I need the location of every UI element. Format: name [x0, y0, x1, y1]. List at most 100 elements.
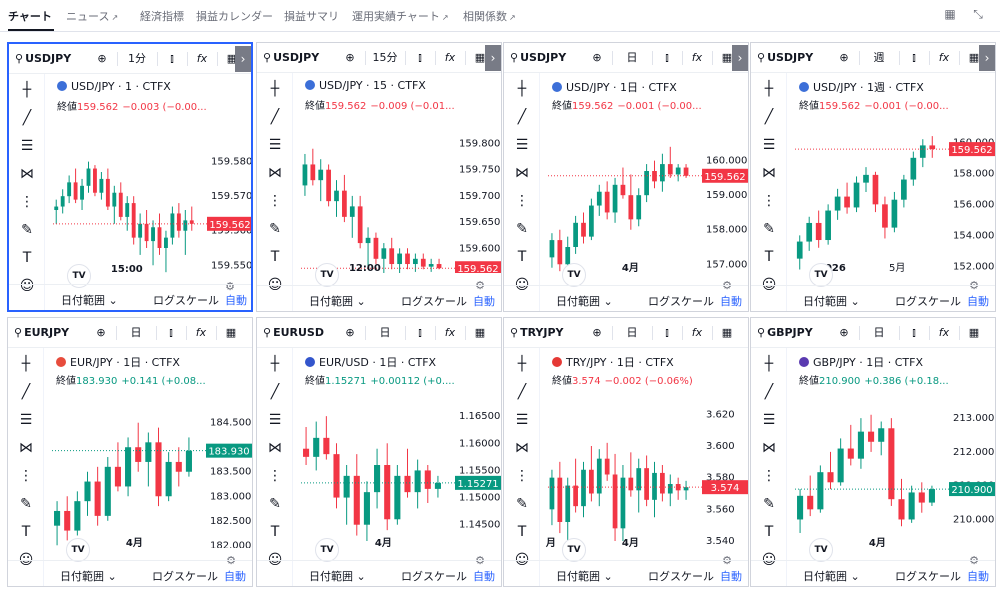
symbol-search-button[interactable]: ⚲ USDJPY	[510, 51, 566, 64]
pattern-icon[interactable]: ⋈	[16, 438, 36, 458]
brush-icon[interactable]: ✎	[512, 494, 532, 514]
log-scale-button[interactable]: ログスケール	[401, 568, 467, 584]
log-scale-button[interactable]: ログスケール	[648, 293, 714, 309]
brush-icon[interactable]: ✎	[265, 494, 285, 514]
trend-line-icon[interactable]: ╱	[759, 107, 779, 127]
tab-1[interactable]: ニュース ↗	[66, 8, 118, 24]
fib-icon[interactable]: ⋮	[265, 466, 285, 486]
date-range-button[interactable]: 日付範囲 ⌄	[60, 568, 117, 584]
layout-grid-icon[interactable]: ▦	[942, 6, 958, 22]
text-tool-icon[interactable]: T	[512, 247, 532, 267]
candle-style-icon[interactable]: ⫾	[162, 324, 180, 342]
text-tool-icon[interactable]: T	[17, 248, 37, 268]
fib-icon[interactable]: ⋮	[759, 191, 779, 211]
text-tool-icon[interactable]: T	[265, 522, 285, 542]
crosshair-icon[interactable]: ┼	[17, 80, 37, 100]
text-tool-icon[interactable]: T	[759, 522, 779, 542]
crosshair-icon[interactable]: ┼	[759, 79, 779, 99]
pattern-icon[interactable]: ⋈	[17, 164, 37, 184]
tradingview-logo[interactable]: TV	[315, 263, 339, 287]
compare-add-icon[interactable]: ⊕	[341, 49, 359, 67]
tab-6[interactable]: 相関係数 ↗	[463, 8, 516, 24]
fib-icon[interactable]: ⋮	[512, 191, 532, 211]
trend-line-icon[interactable]: ╱	[512, 382, 532, 402]
date-range-button[interactable]: 日付範囲 ⌄	[556, 568, 613, 584]
compare-add-icon[interactable]: ⊕	[588, 49, 606, 67]
tab-5[interactable]: 運用実績チャート ↗	[352, 8, 449, 24]
pattern-icon[interactable]: ⋈	[265, 438, 285, 458]
crosshair-icon[interactable]: ┼	[16, 354, 36, 374]
tab-4[interactable]: 損益サマリ	[284, 8, 339, 24]
log-scale-button[interactable]: ログスケール	[648, 568, 714, 584]
expand-arrow-icon[interactable]: ›	[732, 45, 748, 71]
crosshair-icon[interactable]: ┼	[265, 354, 285, 374]
brush-icon[interactable]: ✎	[265, 219, 285, 239]
tradingview-logo[interactable]: TV	[809, 263, 833, 287]
compare-add-icon[interactable]: ⊕	[835, 324, 853, 342]
fib-icon[interactable]: ⋮	[759, 466, 779, 486]
tradingview-logo[interactable]: TV	[315, 538, 339, 562]
log-scale-button[interactable]: ログスケール	[895, 293, 961, 309]
candle-style-icon[interactable]: ⫾	[658, 324, 676, 342]
brush-icon[interactable]: ✎	[759, 219, 779, 239]
text-tool-icon[interactable]: T	[759, 247, 779, 267]
indicators-icon[interactable]: fx	[935, 324, 953, 342]
symbol-search-button[interactable]: ⚲ EURUSD	[263, 326, 324, 339]
auto-scale-button[interactable]: 自動	[473, 568, 495, 584]
symbol-search-button[interactable]: ⚲ USDJPY	[15, 52, 71, 65]
auto-scale-button[interactable]: 自動	[473, 293, 495, 309]
compare-add-icon[interactable]: ⊕	[93, 50, 111, 68]
text-tool-icon[interactable]: T	[16, 522, 36, 542]
interval-button[interactable]: 日	[618, 49, 646, 67]
compare-add-icon[interactable]: ⊕	[341, 324, 359, 342]
interval-button[interactable]: 日	[371, 324, 399, 342]
indicators-icon[interactable]: fx	[935, 49, 953, 67]
brush-icon[interactable]: ✎	[17, 220, 37, 240]
symbol-search-button[interactable]: ⚲ GBPJPY	[757, 326, 813, 339]
trend-line-icon[interactable]: ╱	[16, 382, 36, 402]
pattern-icon[interactable]: ⋈	[265, 163, 285, 183]
interval-button[interactable]: 日	[618, 324, 646, 342]
interval-button[interactable]: 15分	[371, 49, 399, 67]
interval-button[interactable]: 日	[122, 324, 150, 342]
text-tool-icon[interactable]: T	[512, 522, 532, 542]
layout-icon[interactable]: ▦	[222, 324, 240, 342]
chart-panel-gbpjpy[interactable]: ⚲GBPJPY⊕日⫾fx▦┼╱☰⋈⋮✎T☺213.000212.000211.0…	[750, 317, 996, 587]
chart-panel-usdjpy[interactable]: ⚲ USDJPY ⊕ 1分 ⫾ fx ▦ › ┼ ╱ ☰ ⋈ ⋮ ✎ T ☺ 159.580 159.570 159…	[7, 42, 253, 312]
indicators-icon[interactable]: fx	[688, 49, 706, 67]
log-scale-button[interactable]: ログスケール	[895, 568, 961, 584]
indicators-icon[interactable]: fx	[441, 49, 459, 67]
trend-line-icon[interactable]: ╱	[265, 382, 285, 402]
crosshair-icon[interactable]: ┼	[512, 79, 532, 99]
date-range-button[interactable]: 日付範囲 ⌄	[803, 568, 860, 584]
candle-style-icon[interactable]: ⫾	[411, 49, 429, 67]
interval-button[interactable]: 1分	[123, 50, 151, 68]
tradingview-logo[interactable]: TV	[562, 538, 586, 562]
crosshair-icon[interactable]: ┼	[265, 79, 285, 99]
interval-button[interactable]: 週	[865, 49, 893, 67]
chart-panel-tryjpy[interactable]: ⚲ TRYJPY ⊕ 日 ⫾ fx ▦ ┼ ╱ ☰ ⋈ ⋮ ✎ T ☺ 3.620 3.600 3.580 3.56…	[503, 317, 749, 587]
log-scale-button[interactable]: ログスケール	[152, 568, 218, 584]
expand-arrow-icon[interactable]: ›	[235, 46, 251, 72]
horizontal-lines-icon[interactable]: ☰	[265, 135, 285, 155]
candle-style-icon[interactable]: ⫾	[658, 49, 676, 67]
horizontal-lines-icon[interactable]: ☰	[265, 410, 285, 430]
layout-icon[interactable]: ▦	[471, 324, 489, 342]
indicators-icon[interactable]: fx	[441, 324, 459, 342]
layout-icon[interactable]: ▦	[965, 324, 983, 342]
auto-scale-button[interactable]: 自動	[967, 568, 989, 584]
indicators-icon[interactable]: fx	[192, 324, 210, 342]
horizontal-lines-icon[interactable]: ☰	[16, 410, 36, 430]
horizontal-lines-icon[interactable]: ☰	[759, 135, 779, 155]
expand-arrow-icon[interactable]: ›	[979, 45, 995, 71]
pattern-icon[interactable]: ⋈	[759, 438, 779, 458]
date-range-button[interactable]: 日付範囲 ⌄	[61, 292, 118, 308]
pattern-icon[interactable]: ⋈	[512, 163, 532, 183]
symbol-search-button[interactable]: ⚲ EURJPY	[14, 326, 69, 339]
chart-panel-usdjpy[interactable]: ⚲ USDJPY ⊕ 15分 ⫾ fx ▦ › ┼ ╱ ☰ ⋈ ⋮ ✎ T ☺ 159.800 159.750 15…	[256, 42, 502, 312]
chart-panel-eurjpy[interactable]: ⚲ EURJPY ⊕ 日 ⫾ fx ▦ ┼ ╱ ☰ ⋈ ⋮ ✎ T ☺ 184.500 183.500 183.0…	[7, 317, 253, 587]
chart-panel-eurusd[interactable]: ⚲ EURUSD ⊕ 日 ⫾ fx ▦ ┼ ╱ ☰ ⋈ ⋮ ✎ T ☺ 1.16500 1.16000 1.155…	[256, 317, 502, 587]
trend-line-icon[interactable]: ╱	[759, 382, 779, 402]
log-scale-button[interactable]: ログスケール	[153, 292, 219, 308]
symbol-search-button[interactable]: ⚲ USDJPY	[263, 51, 319, 64]
